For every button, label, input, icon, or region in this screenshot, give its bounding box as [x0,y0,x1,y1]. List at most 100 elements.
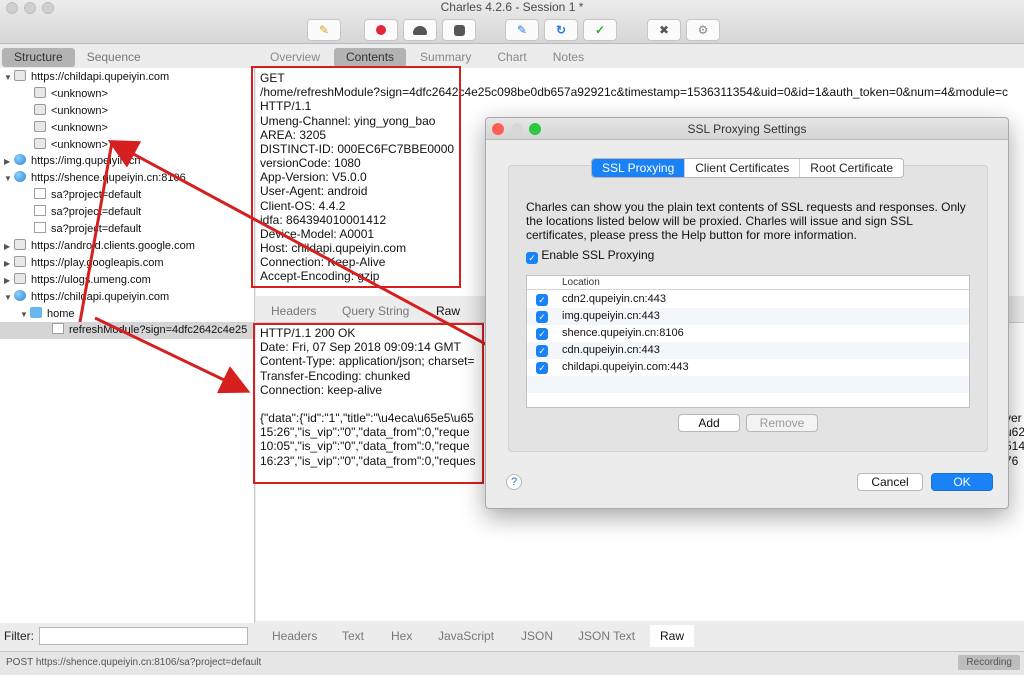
tree-host-row[interactable]: ▼ https://childapi.qupeiyin.com [4,289,169,306]
filter-label: Filter: [4,629,34,643]
tree-item-row[interactable]: sa?project=default [34,221,141,238]
stop-icon[interactable] [442,19,476,41]
dialog-title-bar: SSL Proxying Settings [486,118,1008,140]
tab-json[interactable]: JSON [521,629,553,643]
tab-sequence[interactable]: Sequence [75,48,153,67]
lock-icon [14,239,26,250]
tree-item-row-selected[interactable]: refreshModule?sign=4dfc2642c4e25 [0,322,254,339]
tree-host-row[interactable]: ▶ https://ulogs.umeng.com [4,272,151,289]
location-column-header[interactable]: Location [562,277,600,288]
throttle-icon[interactable] [403,19,437,41]
checkbox-checked-icon[interactable]: ✓ [536,294,548,306]
location-value: img.qupeiyin.cn:443 [562,310,660,322]
tab-headers[interactable]: Headers [271,304,316,318]
disclosure-triangle-icon[interactable]: ▶ [4,272,14,289]
tree-item-row[interactable]: <unknown> [34,103,108,120]
document-icon [34,205,46,216]
tab-hex[interactable]: Hex [391,629,412,643]
tab-ssl-proxying[interactable]: SSL Proxying [592,159,686,177]
pen-icon[interactable]: ✎ [505,19,539,41]
tree-host-row[interactable]: ▼ https://childapi.qupeiyin.com [4,69,169,86]
lock-icon [34,104,46,115]
tab-raw[interactable]: Raw [650,625,695,647]
disclosure-triangle-icon[interactable]: ▼ [4,170,14,187]
location-value: childapi.qupeiyin.com:443 [562,361,689,373]
tab-javascript[interactable]: JavaScript [438,629,494,643]
locations-table: Location ✓ cdn2.qupeiyin.cn:443 ✓ img.qu… [526,275,970,408]
tree-folder-row[interactable]: ▼ home [20,306,75,323]
disclosure-triangle-icon[interactable]: ▼ [20,306,30,323]
globe-icon [14,154,26,165]
tools-icon[interactable]: ✖ [647,19,681,41]
tab-json-text[interactable]: JSON Text [578,629,635,643]
tab-summary[interactable]: Summary [408,48,483,67]
tree-label: refreshModule?sign=4dfc2642c4e25 [69,324,248,336]
broom-icon[interactable]: ✎ [307,19,341,41]
tab-contents[interactable]: Contents [334,48,407,67]
refresh-icon[interactable]: ↻ [544,19,578,41]
filter-input[interactable] [39,627,248,645]
location-value: cdn2.qupeiyin.cn:443 [562,293,666,305]
record-icon[interactable] [364,19,398,41]
remove-button[interactable]: Remove [746,414,818,432]
checkbox-checked-icon[interactable]: ✓ [526,252,538,264]
table-row[interactable]: ✓ img.qupeiyin.cn:443 [527,308,969,325]
recording-badge[interactable]: Recording [958,655,1020,670]
lock-icon [14,256,26,267]
checkbox-checked-icon[interactable]: ✓ [536,362,548,374]
check-icon[interactable]: ✓ [583,19,617,41]
tree-item-row[interactable]: sa?project=default [34,204,141,221]
lock-icon [14,70,26,81]
tree-host-row[interactable]: ▶ https://img.qupeiyin.cn [4,153,140,170]
tree-item-row[interactable]: <unknown> [34,86,108,103]
tab-raw[interactable]: Raw [436,304,460,318]
tree-item-row[interactable]: sa?project=default [34,187,141,204]
disclosure-triangle-icon[interactable]: ▼ [4,69,14,86]
checkbox-checked-icon[interactable]: ✓ [536,328,548,340]
ok-button[interactable]: OK [931,473,993,491]
add-button[interactable]: Add [678,414,740,432]
tree-label: <unknown> [51,88,108,100]
checkbox-checked-icon[interactable]: ✓ [536,345,548,357]
dialog-segmented-tabs: SSL Proxying Client Certificates Root Ce… [591,158,904,178]
lock-icon [34,87,46,98]
disclosure-triangle-icon[interactable]: ▶ [4,153,14,170]
document-icon [34,222,46,233]
table-row[interactable]: ✓ cdn2.qupeiyin.cn:443 [527,291,969,308]
title-bar: Charles 4.2.6 - Session 1 * ✎ ✎ ↻ ✓ ✖ ⚙ [0,0,1024,44]
tree-host-row[interactable]: ▶ https://play.googleapis.com [4,255,163,272]
tab-root-certificate[interactable]: Root Certificate [800,159,903,177]
enable-ssl-proxying-checkbox[interactable]: ✓ Enable SSL Proxying [526,248,654,264]
table-row-empty [527,376,969,393]
disclosure-triangle-icon[interactable]: ▶ [4,238,14,255]
tab-structure[interactable]: Structure [2,48,75,67]
ssl-proxying-dialog: SSL Proxying Settings SSL Proxying Clien… [485,117,1009,509]
tab-chart[interactable]: Chart [485,48,538,67]
tree-label: sa?project=default [51,189,142,201]
table-row[interactable]: ✓ cdn.qupeiyin.cn:443 [527,342,969,359]
status-bar: POST https://shence.qupeiyin.cn:8106/sa?… [0,651,1024,675]
table-row[interactable]: ✓ shence.qupeiyin.cn:8106 [527,325,969,342]
help-button[interactable]: ? [506,474,522,490]
tab-headers[interactable]: Headers [272,629,317,643]
disclosure-triangle-icon[interactable]: ▶ [4,255,14,272]
tab-text[interactable]: Text [342,629,364,643]
tab-overview[interactable]: Overview [258,48,332,67]
cancel-button[interactable]: Cancel [857,473,923,491]
tab-query-string[interactable]: Query String [342,304,409,318]
tree-host-row[interactable]: ▼ https://shence.qupeiyin.cn:8106 [4,170,186,187]
tree-label: <unknown> [51,139,108,151]
tab-client-certificates[interactable]: Client Certificates [685,159,801,177]
body-format-tab-bar: Headers Text Hex JavaScript JSON JSON Te… [256,625,1024,647]
tab-notes[interactable]: Notes [541,48,596,67]
tree-label: sa?project=default [51,206,142,218]
enable-ssl-proxying-label: Enable SSL Proxying [541,248,655,262]
checkbox-checked-icon[interactable]: ✓ [536,311,548,323]
globe-icon [14,290,26,301]
table-row[interactable]: ✓ childapi.qupeiyin.com:443 [527,359,969,376]
tree-host-row[interactable]: ▶ https://android.clients.google.com [4,238,195,255]
disclosure-triangle-icon[interactable]: ▼ [4,289,14,306]
tree-item-row[interactable]: <unknown> [34,120,108,137]
tree-item-row[interactable]: <unknown> [34,137,108,154]
settings-icon[interactable]: ⚙ [686,19,720,41]
